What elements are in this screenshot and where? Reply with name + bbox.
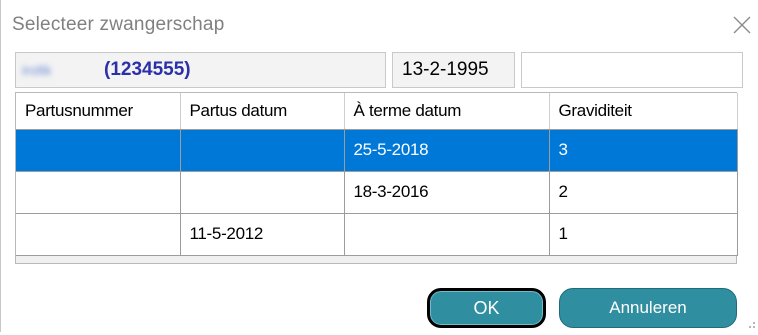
cell-aterme-datum[interactable]: 25-5-2018: [344, 129, 550, 172]
table-row[interactable]: 11-5-2012 1: [16, 213, 738, 256]
cell-aterme-datum[interactable]: 18-3-2016: [344, 171, 550, 214]
title-bar: Selecteer zwangerschap: [1, 0, 758, 44]
resize-grip-icon[interactable]: [743, 316, 757, 330]
patient-name: iroltk: [22, 62, 52, 78]
cell-graviditeit[interactable]: 3: [549, 129, 738, 172]
cell-partusnummer[interactable]: [16, 213, 181, 256]
cell-aterme-datum[interactable]: [344, 213, 550, 256]
column-header-aterme-datum[interactable]: À terme datum: [344, 93, 550, 130]
column-header-partus-datum[interactable]: Partus datum: [180, 93, 345, 130]
column-header-partusnummer[interactable]: Partusnummer: [16, 93, 181, 130]
close-icon[interactable]: [729, 12, 755, 38]
birthdate-field: 13-2-1995: [392, 52, 515, 88]
cell-graviditeit[interactable]: 2: [549, 171, 738, 214]
ok-button[interactable]: OK: [427, 288, 546, 328]
header-row: Partusnummer Partus datum À terme datum …: [16, 93, 738, 130]
dialog-window: Selecteer zwangerschap iroltk (1234555) …: [0, 0, 758, 332]
cell-partus-datum[interactable]: [180, 129, 345, 172]
pregnancy-grid[interactable]: Partusnummer Partus datum À terme datum …: [15, 92, 738, 264]
dialog-title: Selecteer zwangerschap: [12, 14, 225, 35]
patient-field: iroltk (1234555): [15, 52, 386, 88]
cell-partus-datum[interactable]: 11-5-2012: [180, 213, 345, 256]
pregnancy-table: Partusnummer Partus datum À terme datum …: [16, 93, 738, 256]
patient-id: (1234555): [104, 59, 191, 80]
extra-field: [521, 52, 743, 88]
cell-partus-datum[interactable]: [180, 171, 345, 214]
cell-graviditeit[interactable]: 1: [549, 213, 738, 256]
cancel-button[interactable]: Annuleren: [559, 288, 737, 328]
table-row[interactable]: 25-5-2018 3: [16, 129, 738, 172]
cell-partusnummer[interactable]: [16, 171, 181, 214]
table-row[interactable]: 18-3-2016 2: [16, 171, 738, 214]
cell-partusnummer[interactable]: [16, 129, 181, 172]
column-header-graviditeit[interactable]: Graviditeit: [549, 93, 738, 130]
